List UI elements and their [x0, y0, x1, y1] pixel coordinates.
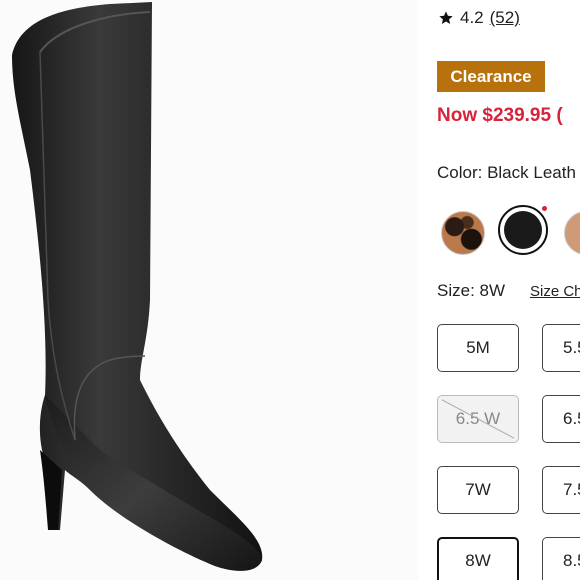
swatch-leopard[interactable]: [441, 211, 485, 255]
star-icon: [439, 11, 453, 24]
product-image: [0, 0, 418, 580]
size-option-8w-selected[interactable]: 8W: [437, 537, 519, 580]
sale-price: Now $239.95 (: [437, 105, 563, 126]
rating-value: 4.2: [460, 8, 484, 27]
swatch-black-leather[interactable]: [504, 211, 542, 249]
unavailable-strike-icon: [441, 399, 515, 439]
size-option-5-5[interactable]: 5.5: [542, 324, 580, 372]
boot-illustration: [12, 2, 263, 571]
size-option-label: 7.5: [563, 480, 580, 499]
size-chart-link[interactable]: Size Ch: [530, 283, 580, 300]
size-option-label: 8.5: [563, 551, 580, 570]
size-option-label: 5M: [466, 338, 490, 357]
size-option-label: 5.5: [563, 338, 580, 357]
selected-indicator-dot: [542, 206, 547, 211]
product-details-panel: 4.2 (52) Clearance Now $239.95 ( Color: …: [418, 0, 580, 580]
size-option-6-5w-unavailable[interactable]: 6.5 W: [437, 395, 519, 443]
size-option-7w[interactable]: 7W: [437, 466, 519, 514]
size-option-6-5[interactable]: 6.5: [542, 395, 580, 443]
size-option-label: 6.5: [563, 409, 580, 428]
size-option-7-5[interactable]: 7.5: [542, 466, 580, 514]
size-option-label: 8W: [465, 551, 491, 570]
size-option-8-5[interactable]: 8.5: [542, 537, 580, 580]
rating: 4.2 (52): [438, 8, 520, 28]
color-label: Color: Black Leath: [437, 163, 576, 182]
size-label: Size: 8W: [437, 281, 506, 300]
size-option-label: 7W: [465, 480, 491, 499]
review-count-link[interactable]: (52): [490, 8, 520, 28]
swatch-tan[interactable]: [564, 211, 580, 255]
size-option-5m[interactable]: 5M: [437, 324, 519, 372]
clearance-badge: Clearance: [437, 61, 545, 92]
